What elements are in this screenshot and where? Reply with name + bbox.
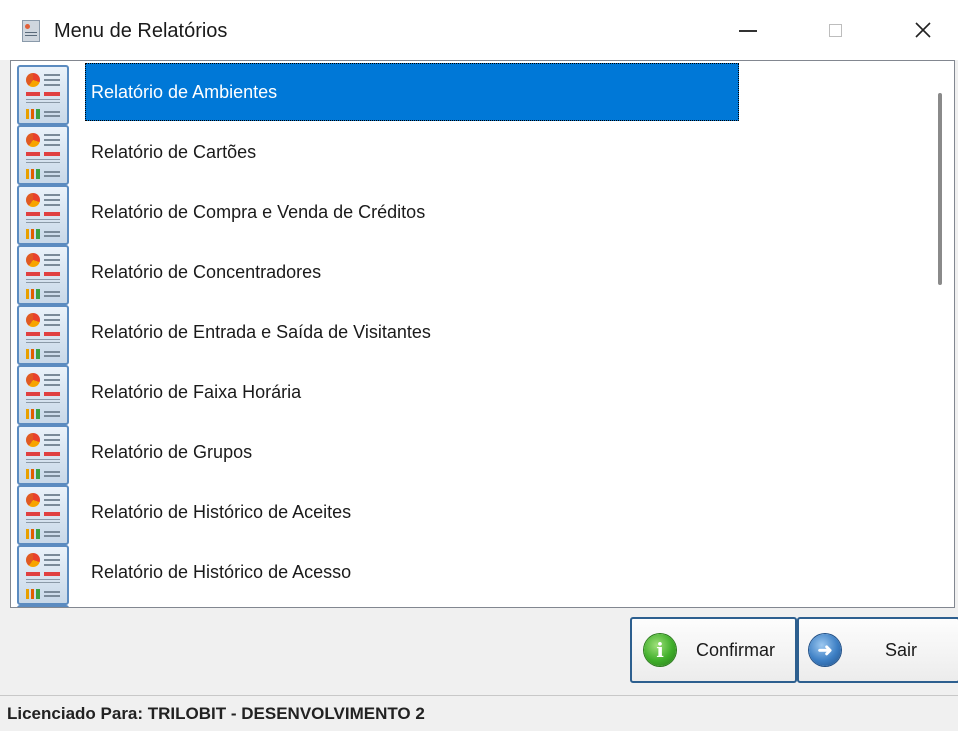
list-item-label: Relatório de Grupos: [91, 442, 253, 462]
report-icon: [17, 485, 69, 545]
list-item[interactable]: Relatório de Faixa Horária: [11, 363, 916, 425]
list-item[interactable]: Relatório de Cartões: [11, 123, 916, 185]
license-text: Licenciado Para: TRILOBIT - DESENVOLVIME…: [7, 704, 425, 723]
list-item[interactable]: Relatório de Histórico de Acesso: [11, 543, 916, 605]
report-icon: [17, 365, 69, 425]
list-item[interactable]: Relatório de Grupos: [11, 423, 916, 485]
exit-button[interactable]: ➜ Sair: [797, 617, 958, 683]
list-item-label: Relatório de Cartões: [91, 142, 257, 162]
exit-arrow-icon: ➜: [809, 634, 841, 666]
list-item-label: Relatório de Compra e Venda de Créditos: [91, 202, 426, 222]
reports-menu-window: Menu de Relatórios Relatório de Ambiente…: [0, 0, 958, 731]
maximize-icon: [828, 23, 842, 37]
report-icon: [17, 125, 69, 185]
report-icon: [17, 545, 69, 605]
exit-button-label: Sair: [885, 640, 918, 660]
window-title: Menu de Relatórios: [54, 20, 228, 42]
list-item-label: Relatório de Faixa Horária: [91, 382, 302, 402]
report-icon: [17, 305, 69, 365]
minimize-button[interactable]: [725, 10, 771, 50]
title-bar[interactable]: Menu de Relatórios: [0, 0, 958, 60]
app-report-icon: [22, 20, 40, 42]
confirm-button-label: Confirmar: [696, 640, 776, 660]
info-icon: i: [644, 634, 676, 666]
list-item-label: Relatório de Histórico de Aceites: [91, 502, 352, 522]
list-item-label: Relatório de Entrada e Saída de Visitant…: [91, 322, 431, 342]
list-item[interactable]: Relatório de Entrada e Saída de Visitant…: [11, 303, 916, 365]
close-icon: [915, 22, 931, 38]
list-item[interactable]: Relatório de Ambientes: [11, 63, 916, 125]
report-list[interactable]: Relatório de Ambientes Relatório de Cartõ…: [10, 60, 955, 608]
minimize-icon: [739, 30, 757, 32]
report-icon: [17, 245, 69, 305]
report-icon: [17, 605, 69, 607]
close-button[interactable]: [900, 10, 946, 50]
list-item[interactable]: Relatório de Compra e Venda de Créditos: [11, 183, 916, 245]
list-item-label: Relatório de Concentradores: [91, 262, 322, 282]
scrollbar-thumb[interactable]: [938, 93, 942, 285]
vertical-scrollbar[interactable]: [926, 61, 954, 607]
report-icon: [17, 425, 69, 485]
confirm-button[interactable]: i Confirmar: [630, 617, 797, 683]
list-item[interactable]: Relatório de Histórico de Aceites: [11, 483, 916, 545]
list-item-label: Relatório de Ambientes: [85, 63, 739, 121]
list-item[interactable]: Relatório de Concentradores: [11, 243, 916, 305]
report-icon: [17, 65, 69, 125]
list-item[interactable]: [11, 603, 916, 607]
maximize-button[interactable]: [812, 10, 858, 50]
report-icon: [17, 185, 69, 245]
status-bar: Licenciado Para: TRILOBIT - DESENVOLVIME…: [0, 695, 958, 731]
list-item-label: Relatório de Histórico de Acesso: [91, 562, 352, 582]
